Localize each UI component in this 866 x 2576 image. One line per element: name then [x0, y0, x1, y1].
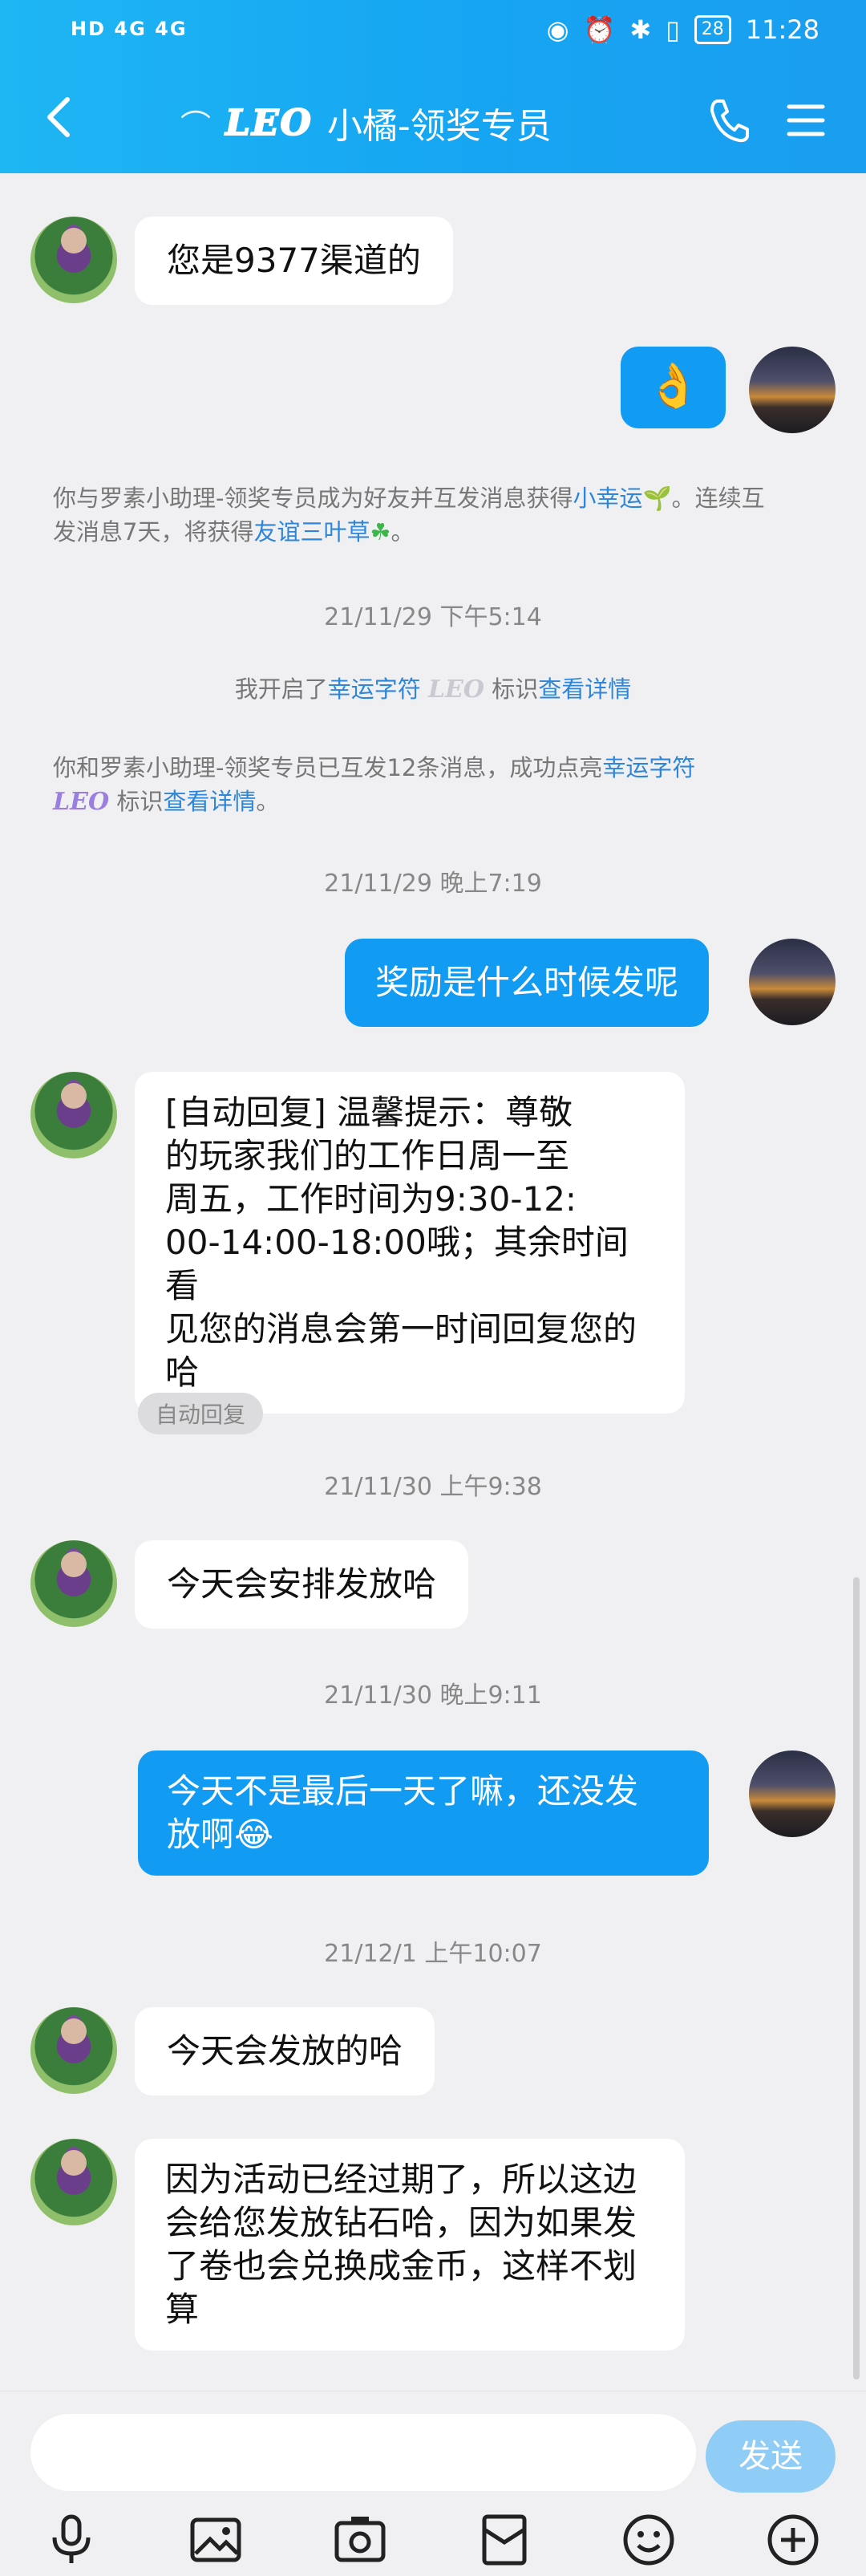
- message-line: 00-14:00-18:00哦；其余时间看: [165, 1223, 629, 1305]
- ok-hand-emoji: 👌: [646, 360, 701, 411]
- notice-link[interactable]: 幸运字符: [328, 675, 421, 703]
- eye-icon: ◉: [546, 14, 569, 45]
- scrollbar[interactable]: [853, 1577, 860, 2379]
- notice-text: 标识: [492, 675, 539, 703]
- back-icon[interactable]: [42, 93, 74, 141]
- my-avatar[interactable]: [749, 347, 836, 433]
- phone-icon[interactable]: [707, 96, 751, 144]
- page-title: 小橘-领奖专员: [326, 106, 552, 147]
- message-bubble-self[interactable]: 奖励是什么时候发呢: [345, 939, 710, 1027]
- message-line: 会给您发放钻石哈，因为如果发: [165, 2203, 637, 2242]
- vibrate-icon: ▯: [666, 14, 680, 45]
- red-packet-icon[interactable]: [476, 2512, 532, 2568]
- timestamp: 21/12/1 上午10:07: [324, 1940, 542, 1968]
- plus-icon[interactable]: [765, 2512, 821, 2568]
- message-line: 今天不是最后一天了嘛，还没发: [167, 1771, 639, 1811]
- input-area: 发送: [0, 2391, 866, 2576]
- contact-avatar[interactable]: [30, 1540, 117, 1627]
- status-bar: HD 4G 4G ◉ ⏰ ✱ ▯ 28 11:28: [0, 0, 866, 66]
- system-notice: 我开启了幸运字符 LEO 标识查看详情: [0, 671, 866, 704]
- leo-badge: LEO: [53, 788, 110, 816]
- microphone-icon[interactable]: [43, 2512, 99, 2568]
- notice-link[interactable]: 友谊三叶草: [253, 518, 370, 546]
- network-status: HD 4G 4G: [71, 18, 188, 40]
- contact-avatar[interactable]: [30, 2139, 117, 2225]
- timestamp: 21/11/29 晚上7:19: [324, 870, 542, 898]
- my-avatar[interactable]: [749, 939, 836, 1025]
- battery-indicator: 28: [694, 15, 731, 44]
- system-notice: 你和罗素小助理-领奖专员已互发12条消息，成功点亮幸运字符 LEO 标识查看详情…: [53, 751, 775, 819]
- message-line: 了卷也会兑换成金币，这样不划: [165, 2246, 637, 2286]
- image-icon[interactable]: [188, 2512, 244, 2568]
- message-bubble-self[interactable]: 👌: [621, 347, 726, 428]
- timestamp: 21/11/29 下午5:14: [324, 603, 542, 631]
- message-bubble[interactable]: [自动回复] 温馨提示：尊敬 的玩家我们的工作日周一至 周五，工作时间为9:30…: [135, 1072, 685, 1414]
- message-bubble[interactable]: 今天会安排发放哈: [135, 1540, 469, 1629]
- message-line: 哈: [165, 1353, 200, 1392]
- message-bubble[interactable]: 您是9377渠道的: [135, 217, 453, 305]
- message-line: 算: [165, 2290, 200, 2329]
- message-bubble[interactable]: 今天会发放的哈: [135, 2007, 435, 2095]
- notice-text: 标识: [116, 788, 164, 815]
- notice-link[interactable]: 幸运字符: [602, 754, 695, 781]
- notice-link[interactable]: 小幸运: [573, 485, 642, 512]
- system-notice: 你与罗素小助理-领奖专员成为好友并互发消息获得小幸运🌱。连续互发消息7天，将获得…: [53, 481, 775, 549]
- timestamp: 21/11/30 晚上9:11: [324, 1681, 542, 1710]
- message-bubble[interactable]: 因为活动已经过期了，所以这边 会给您发放钻石哈，因为如果发 了卷也会兑换成金币，…: [135, 2139, 685, 2351]
- notice-text: 。: [391, 518, 415, 546]
- contact-avatar[interactable]: [30, 1072, 117, 1158]
- contact-avatar[interactable]: [30, 217, 117, 303]
- leo-badge: LEO: [225, 102, 313, 144]
- notice-link[interactable]: 查看详情: [538, 675, 631, 703]
- leo-badge: LEO: [427, 675, 485, 704]
- message-line: 见您的消息会第一时间回复您的: [165, 1309, 637, 1349]
- timestamp: 21/11/30 上午9:38: [324, 1473, 542, 1501]
- sprout-icon: 🌱: [642, 485, 672, 512]
- message-line: 因为活动已经过期了，所以这边: [165, 2160, 637, 2199]
- ear-icon: ⌒: [180, 108, 212, 144]
- message-bubble-self[interactable]: 今天不是最后一天了嘛，还没发 放啊😂: [138, 1750, 709, 1876]
- status-right: ◉ ⏰ ✱ ▯ 28 11:28: [547, 14, 819, 45]
- message-line: [自动回复] 温馨提示：尊敬: [165, 1093, 573, 1132]
- chat-list[interactable]: 您是9377渠道的 👌 你与罗素小助理-领奖专员成为好友并互发消息获得小幸运🌱 。…: [0, 173, 866, 2391]
- clover-icon: ☘: [370, 518, 391, 546]
- clock: 11:28: [745, 14, 819, 45]
- notice-text: 你和罗素小助理-领奖专员已互发12条消息，成功点亮: [53, 754, 603, 781]
- my-avatar[interactable]: [749, 1750, 836, 1837]
- input-toolbar: [0, 2512, 866, 2568]
- top-bar: HD 4G 4G ◉ ⏰ ✱ ▯ 28 11:28 ⌒ LEO 小橘-领奖专员: [0, 0, 866, 173]
- auto-reply-tag: 自动回复: [138, 1393, 264, 1434]
- menu-icon[interactable]: [786, 100, 826, 140]
- message-line: 放啊😂: [167, 1815, 274, 1854]
- notice-link[interactable]: 查看详情: [163, 788, 256, 815]
- notice-text: 我开启了: [234, 675, 328, 703]
- notice-text: 你与罗素小助理-领奖专员成为好友并互发消息获得: [53, 485, 573, 512]
- message-input[interactable]: [30, 2414, 696, 2491]
- emoji-icon[interactable]: [621, 2512, 677, 2568]
- bluetooth-icon: ✱: [629, 14, 652, 45]
- contact-avatar[interactable]: [30, 2007, 117, 2094]
- message-line: 周五，工作时间为9:30-12:: [165, 1179, 577, 1219]
- message-line: 的玩家我们的工作日周一至: [165, 1136, 570, 1175]
- alarm-icon: ⏰: [583, 14, 616, 45]
- notice-text: 。: [256, 788, 280, 815]
- camera-icon[interactable]: [332, 2512, 388, 2568]
- send-button[interactable]: 发送: [706, 2420, 836, 2493]
- chat-title: ⌒ LEO 小橘-领奖专员: [180, 95, 552, 151]
